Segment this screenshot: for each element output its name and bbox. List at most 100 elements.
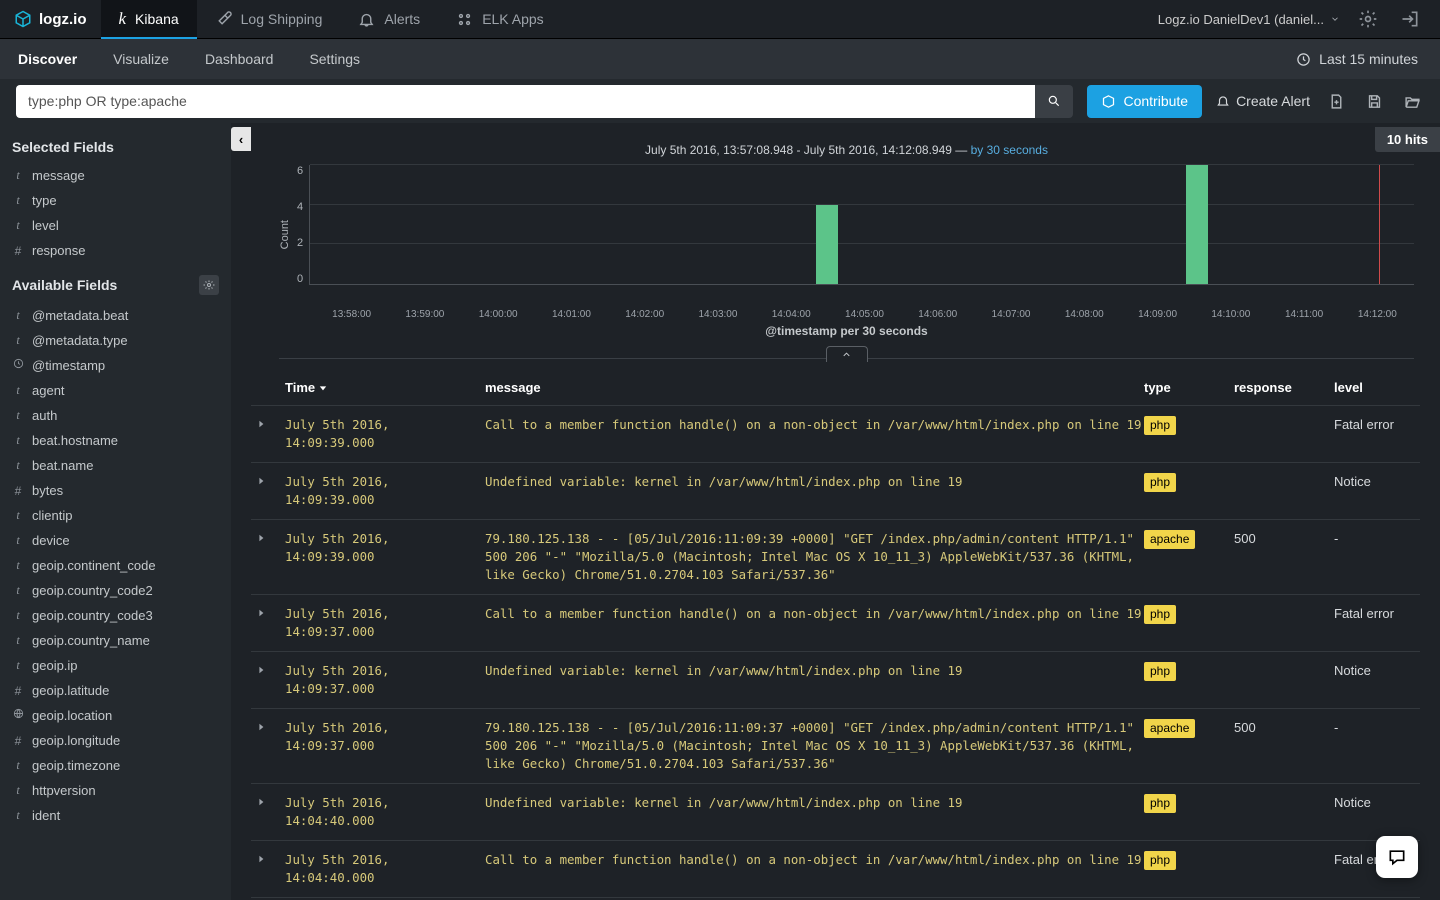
field-item[interactable]: tbeat.name xyxy=(0,453,231,478)
field-name: response xyxy=(32,243,85,258)
field-item[interactable]: tgeoip.timezone xyxy=(0,753,231,778)
expand-row-button[interactable] xyxy=(257,851,285,887)
new-button[interactable] xyxy=(1324,93,1348,110)
field-item[interactable]: thttpversion xyxy=(0,778,231,803)
col-level[interactable]: level xyxy=(1334,380,1414,395)
settings-gear-button[interactable] xyxy=(1354,5,1382,33)
field-item[interactable]: tagent xyxy=(0,378,231,403)
field-item[interactable]: tgeoip.country_code3 xyxy=(0,603,231,628)
field-name: @metadata.type xyxy=(32,333,128,348)
field-item[interactable]: ttype xyxy=(0,188,231,213)
gear-small-icon xyxy=(203,279,215,291)
field-item[interactable]: tgeoip.country_code2 xyxy=(0,578,231,603)
field-item[interactable]: tident xyxy=(0,803,231,828)
field-settings-button[interactable] xyxy=(199,275,219,295)
tab-visualize[interactable]: Visualize xyxy=(95,39,187,79)
field-item[interactable]: #response xyxy=(0,238,231,263)
tab-settings[interactable]: Settings xyxy=(291,39,378,79)
file-plus-icon xyxy=(1328,93,1345,110)
field-item[interactable]: @timestamp xyxy=(0,353,231,378)
col-response[interactable]: response xyxy=(1234,380,1334,395)
wrench-icon xyxy=(215,11,232,28)
cell-message: Undefined variable: kernel in /var/www/h… xyxy=(485,473,1144,509)
field-name: geoip.country_code2 xyxy=(32,583,153,598)
hit-count-badge: 10 hits xyxy=(1375,127,1440,152)
y-axis-label: Count xyxy=(279,220,291,249)
field-name: beat.name xyxy=(32,458,93,473)
chevron-up-icon xyxy=(841,349,852,360)
field-item[interactable]: tgeoip.ip xyxy=(0,653,231,678)
col-type[interactable]: type xyxy=(1144,380,1234,395)
field-name: geoip.ip xyxy=(32,658,78,673)
collapse-histogram-button[interactable] xyxy=(826,346,868,362)
save-button[interactable] xyxy=(1362,93,1386,110)
field-item[interactable]: tlevel xyxy=(0,213,231,238)
field-item[interactable]: t@metadata.beat xyxy=(0,303,231,328)
field-item[interactable]: tclientip xyxy=(0,503,231,528)
tab-dashboard[interactable]: Dashboard xyxy=(187,39,292,79)
field-item[interactable]: geoip.location xyxy=(0,703,231,728)
login-icon xyxy=(1400,9,1420,29)
table-row: July 5th 2016, 14:09:37.00079.180.125.13… xyxy=(251,708,1420,783)
field-item[interactable]: #bytes xyxy=(0,478,231,503)
cell-message: Undefined variable: kernel in /var/www/h… xyxy=(485,794,1144,830)
nav-kibana[interactable]: k Kibana xyxy=(101,0,197,38)
expand-row-button[interactable] xyxy=(257,530,285,584)
field-name: bytes xyxy=(32,483,63,498)
chat-icon xyxy=(1387,847,1407,867)
nav-log-shipping[interactable]: Log Shipping xyxy=(197,0,341,38)
field-item[interactable]: tmessage xyxy=(0,163,231,188)
selected-fields-header: Selected Fields xyxy=(12,139,219,155)
histogram-chart[interactable]: Count 6420 xyxy=(279,165,1414,305)
search-input[interactable] xyxy=(16,85,1035,118)
account-dropdown[interactable]: Logz.io DanielDev1 (daniel... xyxy=(1158,12,1340,27)
expand-row-button[interactable] xyxy=(257,719,285,773)
field-name: auth xyxy=(32,408,57,423)
field-item[interactable]: t@metadata.type xyxy=(0,328,231,353)
cell-time: July 5th 2016, 14:09:37.000 xyxy=(285,719,485,773)
cell-response: 500 xyxy=(1234,530,1334,584)
time-range-picker[interactable]: Last 15 minutes xyxy=(1319,51,1418,67)
cell-level: Notice xyxy=(1334,473,1414,509)
expand-row-button[interactable] xyxy=(257,794,285,830)
help-fab-button[interactable] xyxy=(1376,836,1418,878)
histogram-bar[interactable] xyxy=(816,205,838,284)
logout-button[interactable] xyxy=(1396,5,1424,33)
tab-discover[interactable]: Discover xyxy=(0,39,95,79)
field-item[interactable]: #geoip.latitude xyxy=(0,678,231,703)
k-icon: k xyxy=(119,9,127,29)
brand-logo[interactable]: logz.io xyxy=(0,0,101,38)
expand-row-button[interactable] xyxy=(257,416,285,452)
contribute-button[interactable]: Contribute xyxy=(1087,85,1202,118)
expand-row-button[interactable] xyxy=(257,605,285,641)
open-button[interactable] xyxy=(1400,93,1424,110)
col-message[interactable]: message xyxy=(485,380,1144,395)
field-item[interactable]: tdevice xyxy=(0,528,231,553)
field-item[interactable]: tauth xyxy=(0,403,231,428)
time-marker xyxy=(1379,165,1380,284)
histogram-plot[interactable] xyxy=(309,165,1414,285)
search-button[interactable] xyxy=(1035,85,1073,118)
nav-kibana-label: Kibana xyxy=(135,11,179,27)
cell-type: php xyxy=(1144,416,1234,452)
top-navigation: logz.io k Kibana Log Shipping Alerts ELK… xyxy=(0,0,1440,39)
expand-row-button[interactable] xyxy=(257,473,285,509)
field-item[interactable]: #geoip.longitude xyxy=(0,728,231,753)
table-row: July 5th 2016, 14:09:37.000Call to a mem… xyxy=(251,594,1420,651)
folder-open-icon xyxy=(1404,93,1421,110)
cell-response xyxy=(1234,473,1334,509)
field-item[interactable]: tbeat.hostname xyxy=(0,428,231,453)
cell-type: php xyxy=(1144,605,1234,641)
cube-small-icon xyxy=(1101,94,1116,109)
col-time[interactable]: Time xyxy=(285,380,485,395)
histogram-bar[interactable] xyxy=(1186,165,1208,284)
expand-row-button[interactable] xyxy=(257,662,285,698)
field-item[interactable]: tgeoip.continent_code xyxy=(0,553,231,578)
nav-alerts[interactable]: Alerts xyxy=(340,0,438,38)
create-alert-button[interactable]: Create Alert xyxy=(1216,93,1310,109)
nav-elk-apps[interactable]: ELK Apps xyxy=(438,0,562,38)
collapse-sidebar-button[interactable]: ‹ xyxy=(231,127,251,151)
available-fields-header: Available Fields xyxy=(12,277,117,293)
field-item[interactable]: tgeoip.country_name xyxy=(0,628,231,653)
field-name: geoip.latitude xyxy=(32,683,109,698)
